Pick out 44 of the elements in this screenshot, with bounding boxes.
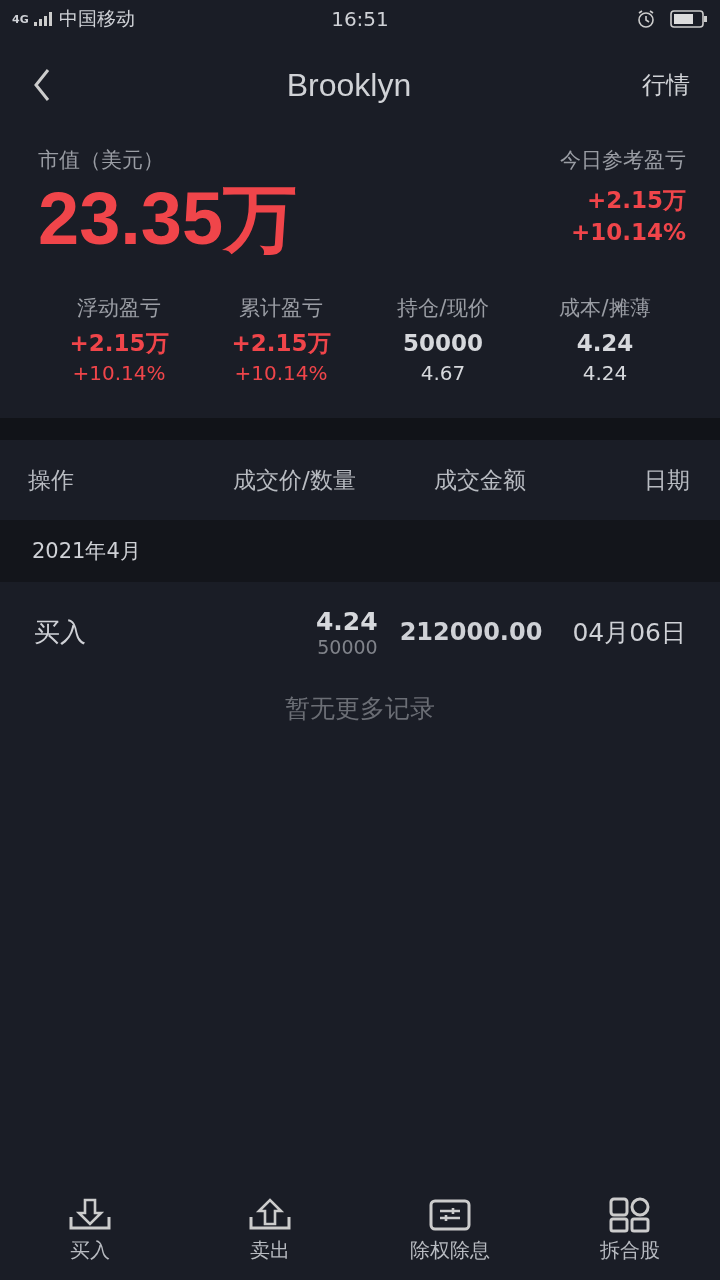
column-header: 成交价/数量 bbox=[232, 465, 357, 495]
toolbar-button[interactable]: 除权除息 bbox=[360, 1180, 540, 1280]
grid-icon bbox=[608, 1196, 652, 1233]
column-header: 日期 bbox=[643, 465, 690, 495]
column-header: 成交金额 bbox=[433, 465, 528, 495]
stat-value: 4.24 bbox=[576, 329, 634, 358]
stat-value: 4.67 bbox=[420, 360, 466, 387]
trade-amount: 212000.00 bbox=[399, 618, 543, 646]
column-header: 操作 bbox=[28, 465, 75, 495]
alarm-icon bbox=[636, 9, 656, 29]
back-icon bbox=[32, 68, 52, 102]
toolbar-button[interactable]: 卖出 bbox=[180, 1180, 360, 1280]
market-link[interactable]: 行情 bbox=[642, 69, 690, 101]
trade-action: 买入 bbox=[34, 615, 87, 649]
stat-value: 50000 bbox=[403, 329, 483, 358]
clock-time: 16:51 bbox=[331, 7, 389, 31]
stat-label: 持仓/现价 bbox=[397, 295, 489, 322]
toolbar-button[interactable]: 买入 bbox=[0, 1180, 180, 1280]
signal-icon bbox=[32, 11, 55, 27]
today-pnl-label: 今日参考盈亏 bbox=[560, 147, 686, 174]
page-title: Brooklyn bbox=[286, 66, 412, 104]
stat-value: 4.24 bbox=[582, 360, 628, 387]
today-pnl-amount: +2.15万 bbox=[586, 186, 686, 215]
stat-label: 累计盈亏 bbox=[239, 295, 323, 322]
stat-value: +10.14% bbox=[234, 360, 328, 387]
stat-label: 成本/摊薄 bbox=[559, 295, 651, 322]
carrier-name: 中国移动 bbox=[58, 6, 135, 31]
stat-value: +2.15万 bbox=[231, 329, 331, 358]
stat-value: +10.14% bbox=[72, 360, 166, 387]
download-tray-icon bbox=[68, 1196, 112, 1233]
trade-quantity: 50000 bbox=[317, 635, 378, 658]
month-label: 2021年4月 bbox=[32, 538, 141, 565]
trade-price: 4.24 bbox=[315, 606, 378, 636]
today-pnl-percent: +10.14% bbox=[570, 218, 686, 247]
toolbar-button[interactable]: 拆合股 bbox=[540, 1180, 720, 1280]
battery-icon bbox=[670, 10, 708, 28]
stat-value: +2.15万 bbox=[69, 329, 169, 358]
no-more-records: 暂无更多记录 bbox=[284, 693, 436, 725]
network-type: 4G bbox=[12, 12, 29, 26]
stat-label: 浮动盈亏 bbox=[77, 295, 161, 322]
upload-tray-icon bbox=[248, 1196, 292, 1233]
market-value: 23.35万 bbox=[38, 176, 298, 262]
trade-date: 04月06日 bbox=[572, 616, 686, 649]
market-value-label: 市值（美元） bbox=[38, 147, 165, 174]
